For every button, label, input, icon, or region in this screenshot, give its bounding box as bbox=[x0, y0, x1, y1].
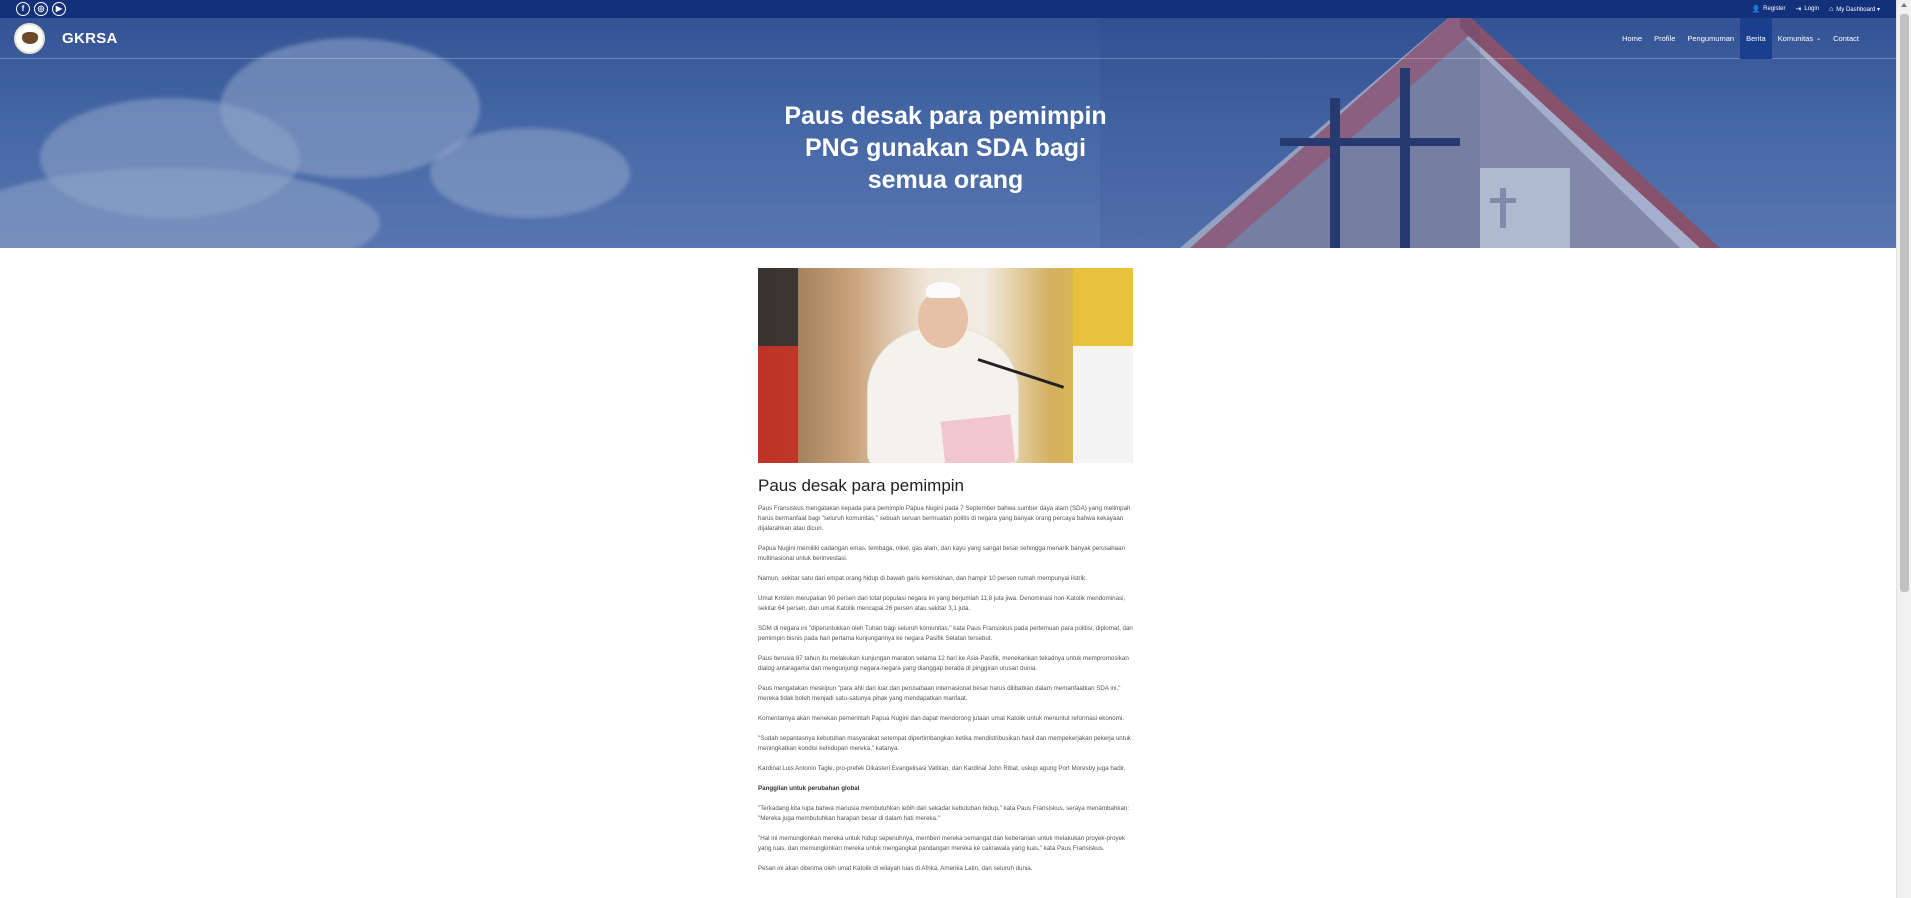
hero-title-line: PNG gunakan SDA bagi bbox=[804, 134, 1087, 162]
main-menu: Home Profile Pengumuman Berita Komunitas… bbox=[1616, 18, 1865, 59]
article-paragraph: Umat Kristen merupakan 90 persen dari to… bbox=[758, 595, 1126, 612]
instagram-icon[interactable]: ◎ bbox=[34, 2, 48, 16]
article-paragraph: "Terkadang kita lupa bahwa manusia membu… bbox=[758, 805, 1130, 822]
article-paragraph: Paus mengatakan meskipun "para ahli dari… bbox=[758, 685, 1121, 702]
article-photo bbox=[758, 268, 1133, 463]
article-paragraph: Komentarnya akan menekan pemerintah Papu… bbox=[758, 715, 1124, 722]
user-nav: 👤 Register ⇥ Login ⌂ My Dashboard ▾ bbox=[1751, 5, 1880, 14]
nav-profile[interactable]: Profile bbox=[1648, 18, 1681, 59]
main-navbar: GKRSA Home Profile Pengumuman Berita Kom… bbox=[0, 18, 1896, 59]
brand[interactable]: GKRSA bbox=[14, 22, 118, 54]
youtube-icon[interactable]: ▶ bbox=[52, 2, 66, 16]
article-paragraph: Papua Nugini memiliki cadangan emas, tem… bbox=[758, 545, 1126, 562]
article-title: Paus desak para pemimpin bbox=[758, 476, 965, 495]
nav-komunitas[interactable]: Komunitas ⌄ bbox=[1772, 18, 1827, 59]
article-subheading: Panggilan untuk perubahan global bbox=[758, 785, 860, 792]
scroll-up-icon[interactable] bbox=[1901, 3, 1907, 7]
hero-title-line: semua orang bbox=[867, 166, 1024, 194]
login-icon: ⇥ bbox=[1795, 6, 1802, 13]
hero-title-line: Paus desak para pemimpin bbox=[784, 102, 1107, 130]
church-logo-icon[interactable] bbox=[14, 22, 45, 54]
register-link[interactable]: 👤 Register bbox=[1751, 5, 1785, 13]
article: Paus desak para pemimpin Paus Fransiskus… bbox=[758, 268, 1134, 874]
hero-title: Paus desak para pemimpin PNG gunakan SDA… bbox=[0, 100, 1891, 196]
page-scrollbar[interactable] bbox=[1896, 0, 1911, 898]
nav-berita[interactable]: Berita bbox=[1740, 18, 1772, 59]
register-label: Register bbox=[1763, 6, 1786, 12]
article-paragraph: Namun, sekitar satu dari empat orang hid… bbox=[758, 575, 1087, 582]
home-icon: ⌂ bbox=[1829, 5, 1834, 13]
chevron-down-icon: ⌄ bbox=[1816, 35, 1822, 42]
article-paragraph: Paus Fransiskus mengatakan kepada para p… bbox=[758, 505, 1131, 532]
social-links: f ◎ ▶ bbox=[16, 2, 66, 16]
nav-contact[interactable]: Contact bbox=[1827, 18, 1865, 59]
hero-banner: GKRSA Home Profile Pengumuman Berita Kom… bbox=[0, 18, 1896, 248]
my-dashboard-link[interactable]: ⌂ My Dashboard ▾ bbox=[1829, 6, 1880, 13]
top-bar: f ◎ ▶ 👤 Register ⇥ Login ⌂ My Dashboard … bbox=[0, 0, 1896, 18]
my-dashboard-label: My Dashboard ▾ bbox=[1836, 6, 1880, 13]
brand-name[interactable]: GKRSA bbox=[62, 30, 118, 47]
article-paragraph: Paus berusia 87 tahun itu melakukan kunj… bbox=[758, 655, 1129, 672]
facebook-icon[interactable]: f bbox=[16, 2, 30, 16]
nav-home[interactable]: Home bbox=[1616, 18, 1648, 59]
article-paragraph: Kardinal Luis Antonio Tagle, pro-prefek … bbox=[758, 765, 1126, 772]
scrollbar-thumb[interactable] bbox=[1900, 14, 1909, 592]
article-paragraph: "Hal ini memungkinkan mereka untuk hidup… bbox=[758, 835, 1126, 852]
article-paragraph: Pesan ini akan diterima oleh umat Katoli… bbox=[758, 865, 1033, 872]
login-label: Login bbox=[1804, 6, 1820, 12]
login-link[interactable]: ⇥ Login bbox=[1796, 5, 1820, 13]
article-paragraph: "Sudah sepantasnya kebutuhan masyarakat … bbox=[758, 735, 1131, 752]
nav-komunitas-label: Komunitas bbox=[1777, 33, 1814, 43]
nav-pengumuman[interactable]: Pengumuman bbox=[1681, 18, 1740, 59]
article-paragraph: SDM di negara ini "diperuntukkan oleh Tu… bbox=[758, 625, 1133, 642]
user-plus-icon: 👤 bbox=[1751, 6, 1761, 13]
